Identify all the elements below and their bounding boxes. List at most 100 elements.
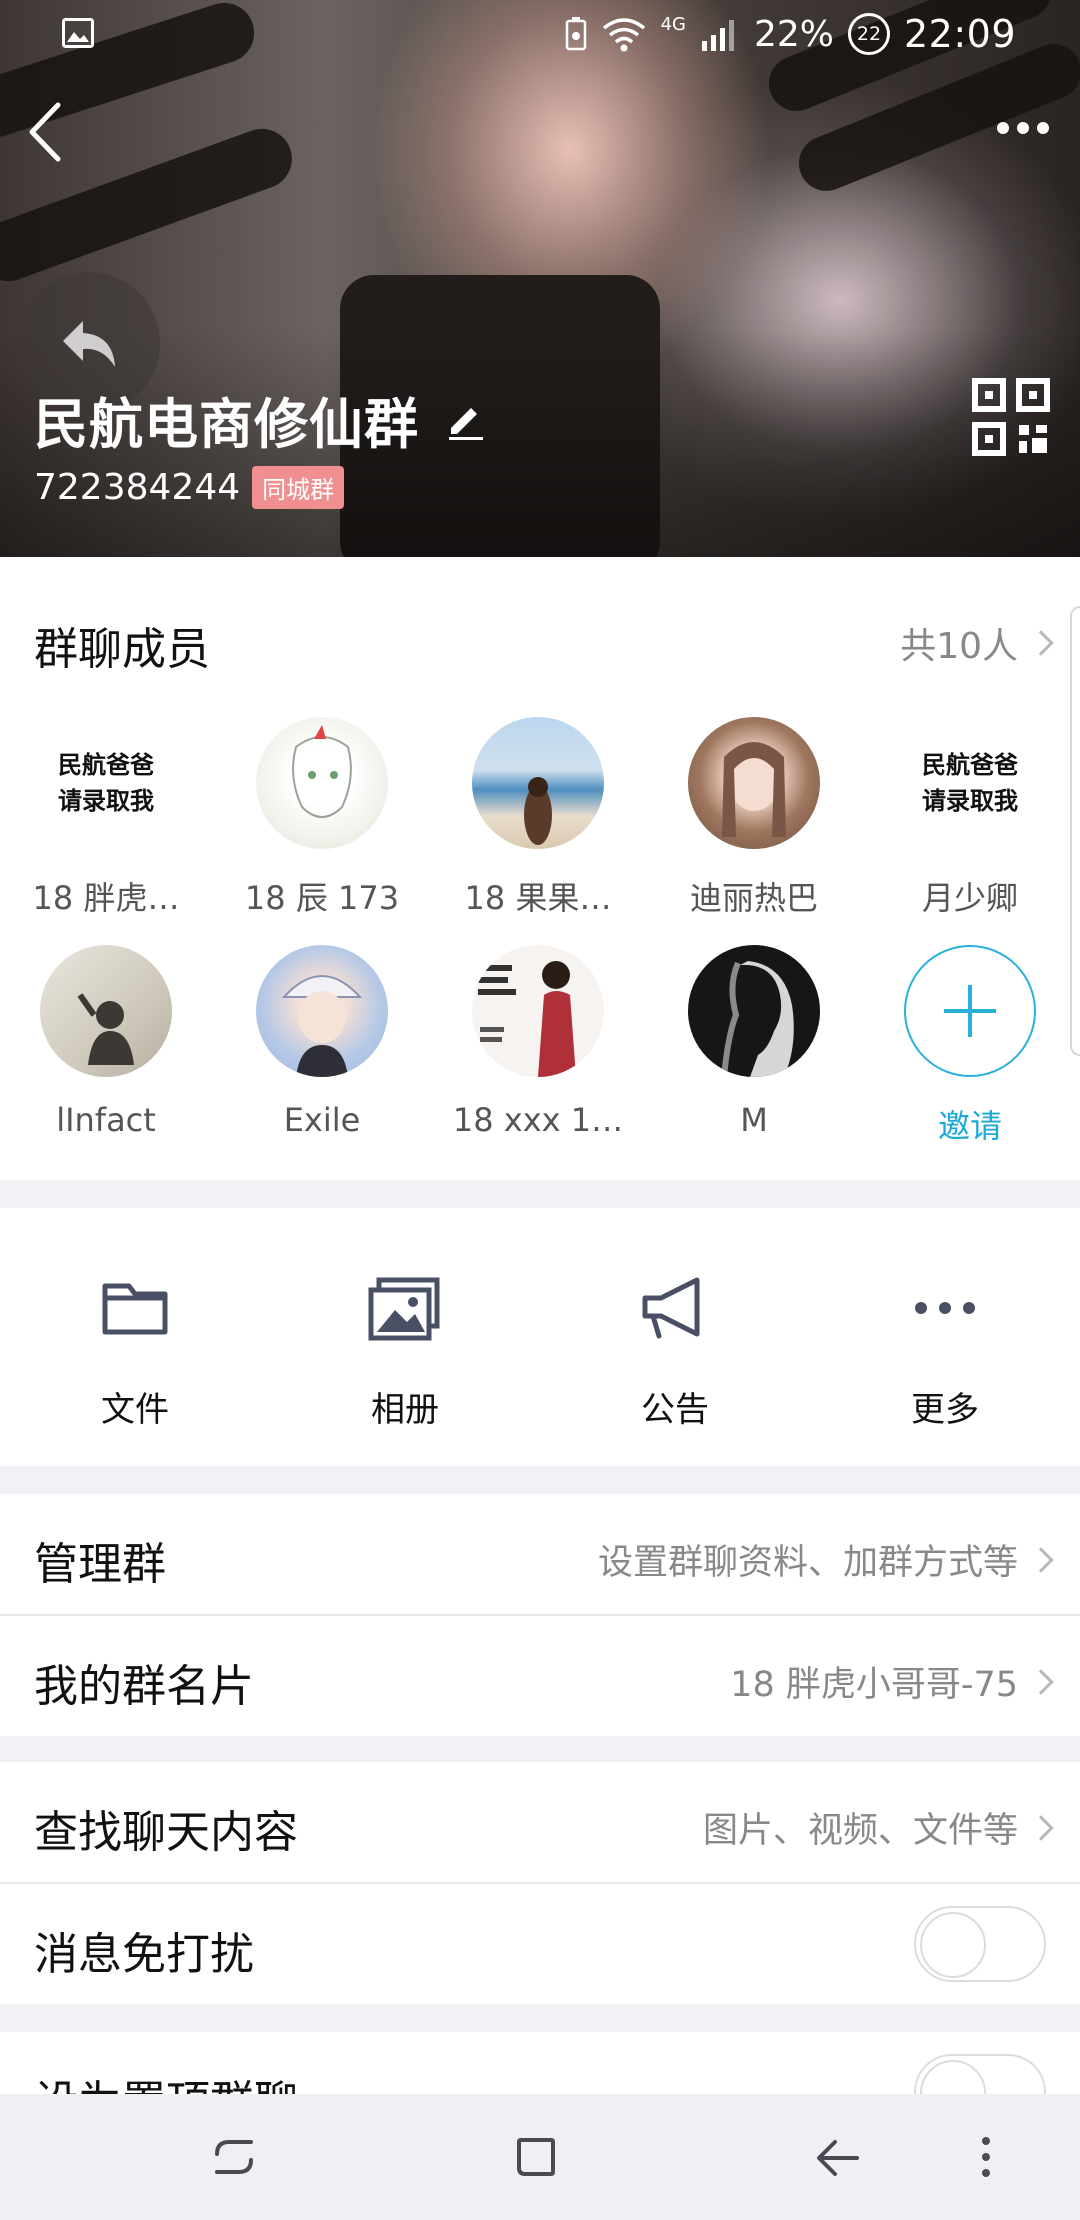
member-avatar-text: 民航爸爸 请录取我	[58, 751, 154, 815]
member-item[interactable]: 民航爸爸 请录取我 月少卿	[875, 717, 1065, 919]
member-item[interactable]: M	[659, 945, 849, 1139]
man-profile-avatar-photo	[721, 961, 794, 1077]
announcement-label: 公告	[641, 1390, 709, 1430]
system-back-icon	[817, 2140, 859, 2176]
gallery-notification-icon	[62, 18, 94, 48]
members-title: 群聊成员	[34, 624, 210, 675]
recent-apps-button[interactable]	[194, 2124, 274, 2190]
group-cover-header: 4G 22% 22 22:09 民航电商修仙群 722384244 同城群	[0, 0, 1080, 557]
my-group-card-value: 18 胖虎小哥哥-75	[730, 1665, 1018, 1705]
qr-code-icon[interactable]	[972, 378, 1050, 456]
signal-icon	[701, 20, 734, 51]
scroll-indicator	[1070, 606, 1080, 1056]
chevron-right-icon	[1028, 1814, 1054, 1841]
system-navigation-bar	[0, 2094, 1080, 2220]
member-avatar-text: 民航爸爸 请录取我	[922, 751, 1018, 815]
wifi-icon	[602, 18, 645, 52]
member-item[interactable]: lInfact	[11, 945, 201, 1139]
chevron-right-icon	[1028, 1546, 1054, 1573]
announcement-button[interactable]: 公告	[585, 1268, 765, 1431]
member-avatar: 民航爸爸 请录取我	[904, 717, 1036, 849]
edit-pencil-icon[interactable]	[445, 400, 485, 440]
girl-portrait-avatar-photo	[722, 742, 786, 837]
member-name: 18 胖虎…	[32, 879, 180, 917]
my-group-card-row[interactable]: 我的群名片 18 胖虎小哥哥-75	[0, 1616, 1080, 1736]
member-item[interactable]: Exile	[227, 945, 417, 1139]
system-back-button[interactable]	[798, 2124, 878, 2190]
anime-girl-avatar-illustration	[292, 725, 352, 818]
more-dots-icon	[1017, 122, 1029, 134]
beach-girl-avatar-photo	[524, 777, 552, 845]
member-item[interactable]: 18 xxx 1…	[443, 945, 633, 1139]
nav-menu-button[interactable]	[966, 2124, 1006, 2190]
more-tools-button[interactable]: 更多	[855, 1268, 1035, 1431]
group-name: 民航电商修仙群	[34, 393, 419, 456]
member-item[interactable]: 18 果果…	[443, 717, 633, 919]
qipao-girl-avatar-photo	[478, 961, 576, 1077]
battery-percent: 22%	[753, 13, 834, 55]
member-name: Exile	[283, 1101, 361, 1139]
notification-count-badge: 22	[847, 13, 890, 55]
group-members-section: 群聊成员 共10人 民航爸爸 请录取我 18 胖虎… 18 辰 173 18 果…	[0, 557, 1080, 1180]
recent-apps-icon	[215, 2140, 253, 2174]
search-chat-label: 查找聊天内容	[34, 1807, 298, 1858]
member-avatar	[688, 945, 820, 1077]
folder-icon	[102, 1283, 168, 1335]
more-tools-label: 更多	[911, 1390, 979, 1430]
album-button[interactable]: 相册	[315, 1268, 495, 1431]
more-options-button[interactable]	[988, 108, 1058, 148]
members-count-link[interactable]: 共10人	[900, 617, 1054, 669]
manage-group-hint: 设置群聊资料、加群方式等	[597, 1543, 1018, 1583]
member-item[interactable]: 迪丽热巴	[659, 717, 849, 919]
invite-label: 邀请	[937, 1107, 1002, 1145]
member-name: 月少卿	[921, 879, 1018, 917]
member-avatar	[688, 717, 820, 849]
cartoon-boy-avatar-illustration	[281, 975, 363, 1077]
chevron-right-icon	[1028, 1668, 1054, 1695]
plus-icon	[944, 985, 996, 1037]
member-avatar	[40, 945, 172, 1077]
back-arrow-icon	[29, 102, 61, 162]
clock: 22:09	[903, 12, 1016, 56]
search-chat-row[interactable]: 查找聊天内容 图片、视频、文件等	[0, 1762, 1080, 1882]
vertical-dots-icon	[982, 2137, 990, 2177]
do-not-disturb-toggle[interactable]	[914, 1906, 1046, 1982]
home-button[interactable]	[496, 2124, 576, 2190]
member-item[interactable]: 民航爸爸 请录取我 18 胖虎…	[11, 717, 201, 919]
album-label: 相册	[371, 1390, 439, 1430]
search-chat-hint: 图片、视频、文件等	[702, 1811, 1018, 1851]
member-avatar	[256, 945, 388, 1077]
back-button[interactable]	[14, 96, 74, 168]
group-info-screen: 4G 22% 22 22:09 民航电商修仙群 722384244 同城群 群聊…	[0, 0, 1080, 2220]
photo-album-icon	[368, 1277, 440, 1341]
megaphone-icon	[642, 1277, 700, 1339]
group-tools-section: 文件 相册 公告 更多	[0, 1208, 1080, 1466]
do-not-disturb-label: 消息免打扰	[34, 1929, 254, 1980]
more-dots-icon	[997, 122, 1009, 134]
more-dots-icon	[1037, 122, 1049, 134]
member-name: 18 xxx 1…	[452, 1101, 624, 1139]
invite-member-button[interactable]: 邀请	[875, 945, 1065, 1147]
my-group-card-label: 我的群名片	[34, 1661, 254, 1712]
group-id: 722384244	[34, 467, 241, 508]
member-avatar	[472, 717, 604, 849]
shadow-avatar-photo	[77, 993, 134, 1065]
member-name: 18 果果…	[464, 879, 612, 917]
home-square-icon	[517, 2138, 555, 2176]
status-bar: 4G 22% 22 22:09	[0, 0, 1080, 70]
battery-saver-icon	[565, 17, 586, 51]
member-avatar: 民航爸爸 请录取我	[40, 717, 172, 849]
member-item[interactable]: 18 辰 173	[227, 717, 417, 919]
member-avatar	[472, 945, 604, 1077]
manage-group-label: 管理群	[34, 1539, 166, 1590]
member-name: lInfact	[56, 1101, 156, 1139]
toggle-knob	[920, 1912, 986, 1978]
files-label: 文件	[101, 1390, 169, 1430]
local-group-badge: 同城群	[252, 466, 345, 509]
member-name: 迪丽热巴	[689, 879, 818, 917]
manage-group-row[interactable]: 管理群 设置群聊资料、加群方式等	[0, 1494, 1080, 1614]
member-name: 18 辰 173	[244, 879, 400, 917]
network-type: 4G	[660, 14, 686, 35]
files-button[interactable]: 文件	[45, 1268, 225, 1431]
do-not-disturb-row: 消息免打扰	[0, 1884, 1080, 2004]
